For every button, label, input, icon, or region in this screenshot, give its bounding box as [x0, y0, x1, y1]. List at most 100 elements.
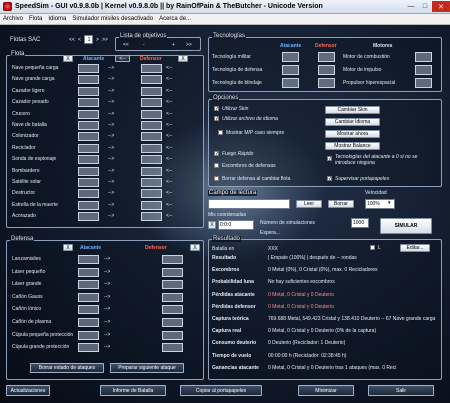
clear-button[interactable]: Borrar — [328, 200, 354, 208]
menu-acerca-de[interactable]: Acerca de... — [156, 16, 194, 22]
minimize-icon[interactable]: — — [404, 1, 418, 12]
defense-attacker-input[interactable] — [78, 255, 99, 264]
fleet-row-arrow-left[interactable]: <-- — [166, 65, 172, 71]
fleet-row-arrow-right[interactable]: --> — [108, 88, 114, 94]
fleet-nav-prev[interactable]: < — [78, 37, 81, 43]
defense-attacker-input[interactable] — [78, 305, 99, 315]
defense-defender-input[interactable] — [162, 292, 183, 302]
coords-clear-button[interactable]: X — [208, 221, 216, 229]
fleet-row-arrow-left[interactable]: <-- — [166, 133, 172, 139]
defense-defender-input[interactable] — [162, 318, 183, 327]
fleet-shift-left[interactable]: <-- — [115, 55, 130, 62]
prepare-next-attack-button[interactable]: Preparar siguiente ataque — [110, 363, 184, 373]
fleet-row-arrow-left[interactable]: <-- — [166, 88, 172, 94]
tech-defender-input[interactable] — [318, 78, 335, 88]
battle-report-button[interactable]: Informe de Batalla — [100, 385, 166, 396]
fleet-clear-attacker[interactable]: X — [63, 55, 73, 62]
menu-idioma[interactable]: Idioma — [45, 16, 69, 22]
defense-defender-input[interactable] — [162, 255, 183, 264]
fleet-attacker-input[interactable] — [78, 200, 99, 210]
fleet-attacker-input[interactable] — [78, 98, 99, 108]
maximize-icon[interactable]: □ — [418, 1, 432, 12]
fleet-defender-input[interactable] — [141, 86, 162, 96]
defense-attacker-input[interactable] — [78, 318, 99, 327]
tech-attacker-input[interactable] — [282, 78, 299, 88]
read-input[interactable] — [208, 199, 290, 209]
fleet-defender-input[interactable] — [141, 178, 162, 187]
fleet-row-arrow-left[interactable]: <-- — [166, 156, 172, 162]
fleet-row-arrow-right[interactable]: --> — [108, 168, 114, 174]
fleet-attacker-input[interactable] — [78, 143, 99, 153]
target-minus[interactable]: - — [143, 42, 145, 48]
motor-input[interactable] — [415, 65, 432, 75]
use-skin-checkbox[interactable]: ✓ — [214, 106, 219, 112]
fleet-defender-input[interactable] — [141, 143, 162, 153]
defense-clear-attacker[interactable]: X — [63, 244, 73, 251]
tech-defender-input[interactable] — [318, 65, 335, 75]
menu-archivo[interactable]: Archivo — [0, 16, 26, 22]
fleet-defender-input[interactable] — [141, 75, 162, 85]
defense-defender-input[interactable] — [162, 330, 183, 340]
tech-attacker-input[interactable] — [282, 65, 299, 75]
defense-defender-input[interactable] — [162, 305, 183, 315]
fleet-nav-next[interactable]: > — [96, 37, 99, 43]
fleet-row-arrow-right[interactable]: --> — [108, 179, 114, 185]
fleet-attacker-input[interactable] — [78, 212, 99, 222]
fleet-defender-input[interactable] — [141, 121, 162, 130]
fleet-row-arrow-right[interactable]: --> — [108, 202, 114, 208]
fleet-row-arrow-left[interactable]: <-- — [166, 213, 172, 219]
supervise-clipboard-checkbox[interactable]: ✓ — [327, 176, 332, 182]
fleet-nav-first[interactable]: << — [69, 37, 75, 43]
menu-simulador-misiles[interactable]: Simulador misiles desactivado — [69, 16, 156, 22]
fleet-clear-defender[interactable]: X — [178, 55, 188, 62]
fleet-row-arrow-left[interactable]: <-- — [166, 122, 172, 128]
fleet-row-arrow-left[interactable]: <-- — [166, 111, 172, 117]
fleet-defender-input[interactable] — [141, 109, 162, 119]
simulate-button[interactable]: SIMULAR — [380, 218, 432, 234]
fleet-attacker-input[interactable] — [78, 166, 99, 176]
defense-defender-input[interactable] — [162, 343, 183, 353]
target-first[interactable]: << — [123, 42, 129, 48]
defense-attacker-input[interactable] — [78, 267, 99, 277]
change-skin-button[interactable]: Cambiar Skin — [325, 106, 380, 114]
updates-button[interactable]: Actualizaciones — [6, 385, 50, 396]
fleet-defender-input[interactable] — [141, 212, 162, 222]
tech-defender-input[interactable] — [318, 52, 335, 62]
edit-button[interactable]: Editar... — [400, 244, 430, 252]
clear-attack-state-button[interactable]: Borrar estado de ataques — [30, 363, 104, 373]
defense-defender-input[interactable] — [162, 280, 183, 290]
exit-button[interactable]: Salir — [368, 385, 434, 396]
fleet-attacker-input[interactable] — [78, 86, 99, 96]
show-balance-button[interactable]: Mostrar Balance — [325, 142, 380, 150]
show-now-button[interactable]: Mostrar ahora — [325, 130, 380, 138]
fleet-attacker-input[interactable] — [78, 121, 99, 130]
defense-attacker-input[interactable] — [78, 280, 99, 290]
defense-attacker-input[interactable] — [78, 343, 99, 353]
fleet-defender-input[interactable] — [141, 200, 162, 210]
fleet-defender-input[interactable] — [141, 189, 162, 199]
defense-defender-input[interactable] — [162, 267, 183, 277]
read-button[interactable]: Leer — [296, 200, 322, 208]
defense-clear-defender[interactable]: X — [190, 244, 200, 251]
fleet-attacker-input[interactable] — [78, 132, 99, 142]
fleet-defender-input[interactable] — [141, 155, 162, 165]
fleet-row-arrow-left[interactable]: <-- — [166, 179, 172, 185]
clear-defense-checkbox[interactable] — [214, 176, 219, 181]
fleet-defender-input[interactable] — [141, 64, 162, 73]
fleet-row-arrow-right[interactable]: --> — [108, 122, 114, 128]
fleet-row-arrow-right[interactable]: --> — [108, 213, 114, 219]
fleet-nav-last[interactable]: >> — [102, 37, 108, 43]
minimize-button[interactable]: Minimizar — [298, 385, 354, 396]
fleet-row-arrow-left[interactable]: <-- — [166, 76, 172, 82]
fleet-row-arrow-right[interactable]: --> — [108, 65, 114, 71]
fleet-attacker-input[interactable] — [78, 155, 99, 165]
tech-attacker-zero-checkbox[interactable]: ✓ — [327, 156, 332, 162]
fleet-row-arrow-right[interactable]: --> — [108, 76, 114, 82]
fleet-row-arrow-right[interactable]: --> — [108, 190, 114, 196]
tech-attacker-input[interactable] — [282, 52, 299, 62]
change-language-button[interactable]: Cambiar Idioma — [325, 118, 380, 126]
motor-input[interactable] — [415, 52, 432, 62]
fleet-row-arrow-right[interactable]: --> — [108, 156, 114, 162]
fleet-row-arrow-left[interactable]: <-- — [166, 202, 172, 208]
fleet-row-arrow-left[interactable]: <-- — [166, 190, 172, 196]
